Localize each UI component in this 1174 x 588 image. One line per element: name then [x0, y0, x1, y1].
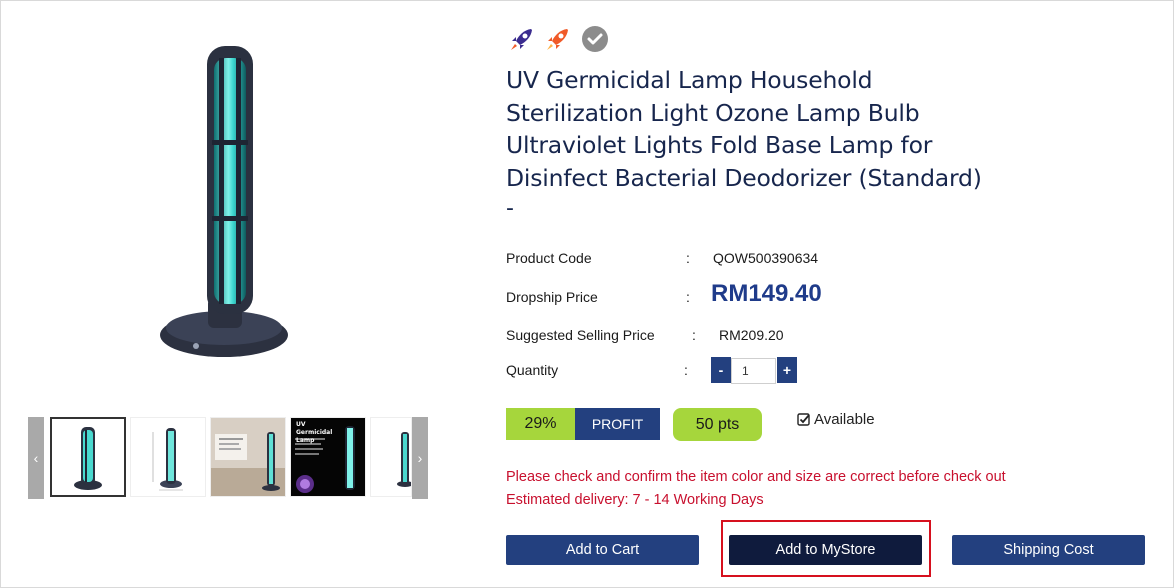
- suggested-price-value: RM209.20: [719, 327, 784, 343]
- product-title-line: Disinfect Bacterial Deodorizer (Standard…: [506, 163, 982, 192]
- product-code-label: Product Code: [506, 250, 592, 266]
- check-circle-icon: [582, 26, 608, 52]
- checkbox-checked-icon: [797, 413, 810, 426]
- availability-status: Available: [797, 411, 875, 428]
- product-title-line: Sterilization Light Ozone Lamp Bulb: [506, 98, 920, 127]
- thumbnail-carousel: ‹ UV Germicidal Lamp ›: [28, 417, 428, 499]
- availability-label: Available: [814, 411, 875, 428]
- shipping-cost-button[interactable]: Shipping Cost: [952, 535, 1145, 565]
- dropship-price-label: Dropship Price: [506, 289, 598, 305]
- thumbnail-2[interactable]: [130, 417, 206, 497]
- delivery-estimate: Estimated delivery: 7 - 14 Working Days: [506, 492, 764, 508]
- suggested-price-label: Suggested Selling Price: [506, 327, 655, 343]
- size-color-notice: Please check and confirm the item color …: [506, 469, 1006, 485]
- rocket-orange-icon: [547, 29, 568, 50]
- thumbnail-3[interactable]: [210, 417, 286, 497]
- carousel-prev-button[interactable]: ‹: [28, 417, 44, 499]
- quantity-label: Quantity: [506, 362, 559, 378]
- product-title-line: UV Germicidal Lamp Household: [506, 66, 873, 94]
- thumbnail-5[interactable]: [370, 417, 412, 497]
- thumbnail-caption: UV Germicidal Lamp: [296, 421, 333, 444]
- product-title-suffix: -: [506, 196, 514, 221]
- quantity-input[interactable]: [731, 358, 776, 384]
- thumbnail-image: [397, 432, 411, 487]
- carousel-next-button[interactable]: ›: [412, 417, 428, 499]
- add-to-mystore-button[interactable]: Add to MyStore: [729, 535, 922, 565]
- profit-label-badge: PROFIT: [575, 408, 660, 440]
- thumbnail-image: [211, 418, 285, 496]
- quantity-decrease-button[interactable]: -: [711, 357, 731, 383]
- add-to-cart-button[interactable]: Add to Cart: [506, 535, 699, 565]
- dropship-price-value: RM149.40: [711, 280, 822, 307]
- thumbnail-image: [152, 428, 183, 491]
- chevron-left-icon: ‹: [33, 450, 39, 466]
- chevron-right-icon: ›: [417, 450, 423, 466]
- thumbnail-1[interactable]: [50, 417, 126, 497]
- product-title: UV Germicidal Lamp Household Sterilizati…: [506, 64, 1066, 194]
- thumbnail-4[interactable]: UV Germicidal Lamp: [290, 417, 366, 497]
- thumbnail-image: [74, 427, 102, 490]
- points-badge: 50 pts: [673, 408, 762, 441]
- product-code-colon: :: [686, 250, 690, 266]
- rocket-purple-icon: [511, 29, 532, 50]
- quantity-increase-button[interactable]: +: [777, 357, 797, 383]
- suggested-price-colon: :: [692, 327, 696, 343]
- product-code-value: QOW500390634: [713, 250, 819, 266]
- dropship-price-colon: :: [686, 289, 690, 305]
- profit-percent-badge: 29%: [506, 408, 575, 440]
- quantity-colon: :: [684, 362, 688, 378]
- product-main-image[interactable]: [100, 30, 370, 380]
- product-title-line: Ultraviolet Lights Fold Base Lamp for: [506, 131, 933, 159]
